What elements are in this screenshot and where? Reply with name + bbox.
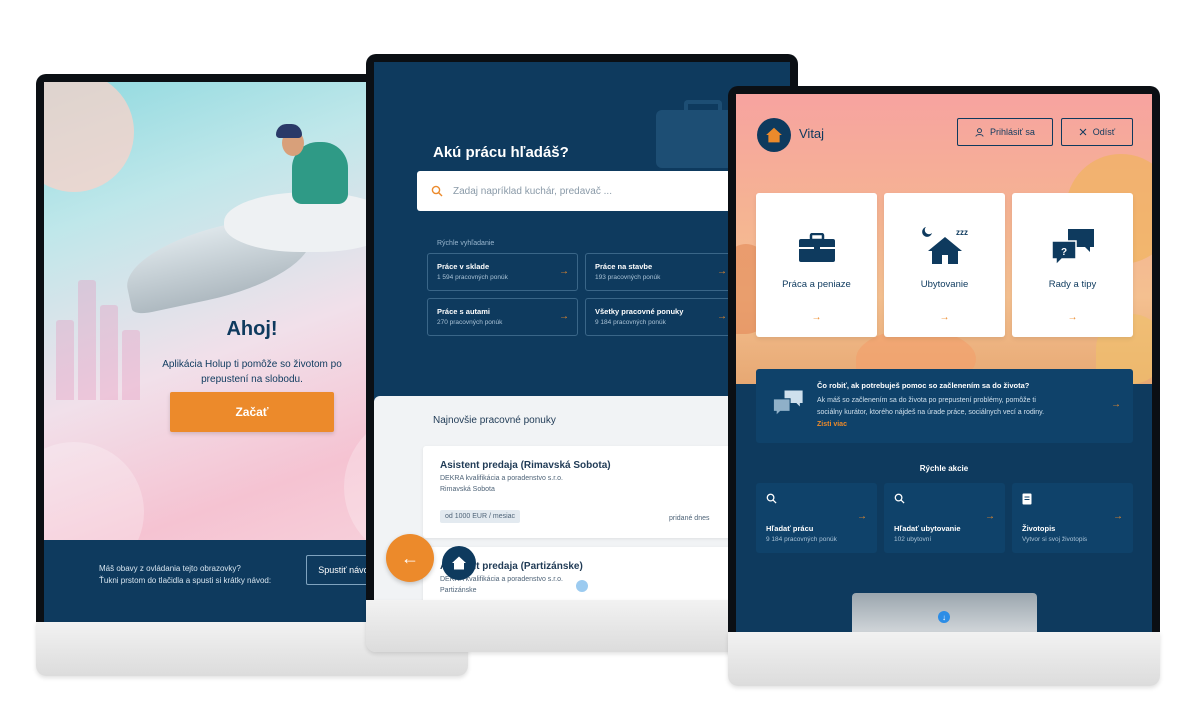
quick-search-label: Rýchle vyhľadanie [437, 240, 495, 247]
login-button[interactable]: Prihlásiť sa [957, 118, 1053, 146]
arrow-right-icon: → [559, 311, 569, 322]
arrow-right-icon: → [1067, 312, 1078, 323]
arrow-right-icon: → [1113, 511, 1123, 522]
back-button[interactable]: ← [386, 534, 434, 582]
search-placeholder: Zadaj napríklad kuchár, predavač ... [453, 185, 612, 197]
category-tips[interactable]: ? Rady a tipy → [1012, 193, 1133, 337]
quick-search-count: 1 594 pracovných ponúk [437, 274, 508, 281]
logout-label: Odísť [1092, 127, 1116, 137]
user-icon [975, 127, 984, 137]
house-icon [452, 556, 466, 570]
quick-action-label: Životopis [1022, 524, 1056, 533]
home-button[interactable] [442, 546, 476, 580]
quick-search-construction[interactable]: Práce na stavbe 193 pracovných ponúk → [585, 253, 736, 291]
category-work-money[interactable]: Práca a peniaze → [756, 193, 877, 337]
greeting: Vitaj [799, 126, 825, 141]
kiosk-home: Vitaj Prihlásiť sa Odísť Práca a peniaze… [728, 86, 1160, 686]
help-line-2: Ťukni prstom do tlačidla a spusti si krá… [99, 576, 272, 585]
help-line-1: Máš obavy z ovládania tejto obrazovky? [99, 564, 241, 573]
arrow-right-icon: → [1111, 399, 1121, 410]
quick-action-label: Hľadať prácu [766, 524, 814, 533]
login-label: Prihlásiť sa [990, 127, 1035, 137]
help-banner[interactable]: Čo robiť, ak potrebuješ pomoc so začlene… [756, 369, 1133, 443]
quick-action-label: Hľadať ubytovanie [894, 524, 961, 533]
arrow-right-icon: → [811, 312, 822, 323]
house-icon [766, 127, 782, 143]
chat-bubbles-icon: ? [1050, 229, 1094, 267]
start-button[interactable]: Začať [170, 392, 334, 432]
quick-actions-title: Rýchle akcie [919, 464, 969, 473]
category-label: Ubytovanie [920, 279, 969, 290]
arrow-left-icon: ← [401, 547, 419, 568]
quick-search-warehouse[interactable]: Práce v sklade 1 594 pracovných ponúk → [427, 253, 578, 291]
search-icon [894, 493, 905, 504]
job-date: pridané dnes [669, 515, 710, 522]
arrow-right-icon: → [717, 311, 727, 322]
job-company: DEKRA kvalifikácia a poradenstvo s.r.o. [440, 475, 563, 482]
arrow-right-icon: → [857, 511, 867, 522]
house-icon: zzz [921, 227, 968, 264]
quick-action-find-job[interactable]: Hľadať prácu 9 184 pracovných ponúk → [756, 483, 877, 553]
home-screen: Vitaj Prihlásiť sa Odísť Práca a peniaze… [736, 94, 1152, 632]
arrow-right-icon: → [939, 312, 950, 323]
quick-search-cars[interactable]: Práce s autami 270 pracovných ponúk → [427, 298, 578, 336]
job-search-input[interactable]: Zadaj napríklad kuchár, predavač ... [417, 171, 737, 211]
svg-text:zzz: zzz [956, 228, 968, 237]
quick-search-title: Práce na stavbe [595, 262, 653, 271]
arrow-down-icon: ↓ [942, 612, 946, 622]
logout-button[interactable]: Odísť [1061, 118, 1133, 146]
category-label: Rady a tipy [1048, 279, 1097, 290]
job-card[interactable]: Asistent predaja (Rimavská Sobota) DEKRA… [423, 446, 745, 538]
job-title: Asistent predaja (Rimavská Sobota) [440, 460, 611, 471]
category-housing[interactable]: zzz Ubytovanie → [884, 193, 1005, 337]
chat-bubbles-icon [772, 390, 803, 417]
arrow-right-icon: → [559, 266, 569, 277]
quick-action-sub: 102 ubytovní [894, 536, 932, 543]
job-location: Rimavská Sobota [440, 486, 495, 493]
quick-action-sub: Vytvor si svoj životopis [1022, 536, 1088, 543]
quick-action-sub: 9 184 pracovných ponúk [766, 536, 837, 543]
banner-body: Ak máš so začlenením sa do života po pre… [817, 395, 1057, 431]
banner-title: Čo robiť, ak potrebuješ pomoc so začlene… [817, 381, 1030, 390]
search-icon [431, 185, 443, 197]
search-icon [766, 493, 777, 504]
quick-action-find-housing[interactable]: Hľadať ubytovanie 102 ubytovní → [884, 483, 1005, 553]
document-icon [1022, 493, 1032, 505]
sun-shape [44, 82, 134, 192]
job-search-title: Akú prácu hľadáš? [433, 144, 569, 161]
quick-action-cv[interactable]: Životopis Vytvor si svoj životopis → [1012, 483, 1133, 553]
quick-search-count: 9 184 pracovných ponúk [595, 319, 666, 326]
arrow-right-icon: → [985, 511, 995, 522]
close-icon [1079, 128, 1087, 136]
scroll-down-button[interactable]: ↓ [938, 611, 950, 623]
learn-more-link[interactable]: Zisti viac [817, 421, 847, 428]
quick-search-title: Práce v sklade [437, 262, 490, 271]
latest-jobs-title: Najnovšie pracovné ponuky [433, 415, 556, 426]
quick-search-all[interactable]: Všetky pracovné ponuky 9 184 pracovných … [585, 298, 736, 336]
banner-text: Ak máš so začlenením sa do života po pre… [817, 397, 1045, 416]
svg-text:?: ? [1061, 247, 1067, 258]
person-hair [276, 124, 302, 138]
briefcase-icon [798, 233, 835, 262]
arrow-right-icon: → [717, 266, 727, 277]
help-text: Máš obavy z ovládania tejto obrazovky? Ť… [99, 563, 299, 587]
kiosk-base [728, 632, 1160, 686]
home-button[interactable] [757, 118, 791, 152]
quick-search-count: 270 pracovných ponúk [437, 319, 503, 326]
quick-search-count: 193 pracovných ponúk [595, 274, 661, 281]
scroll-indicator[interactable] [576, 580, 588, 592]
job-salary-badge: od 1000 EUR / mesiac [440, 510, 521, 523]
job-location: Partizánske [440, 587, 477, 594]
welcome-text: Aplikácia Holup ti pomôže so životom po … [162, 359, 342, 385]
quick-search-title: Práce s autami [437, 307, 490, 316]
quick-search-title: Všetky pracovné ponuky [595, 307, 684, 316]
category-label: Práca a peniaze [782, 279, 851, 290]
